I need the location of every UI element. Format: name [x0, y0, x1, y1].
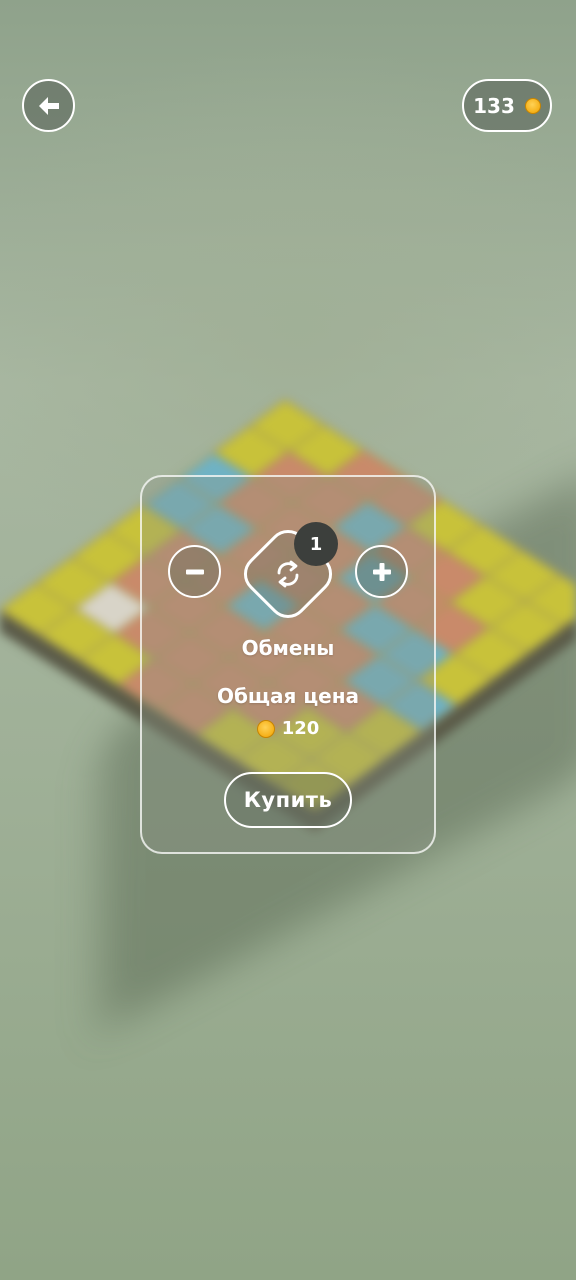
- decrease-quantity-button[interactable]: [168, 545, 221, 598]
- minus-icon: [185, 569, 204, 574]
- plus-icon: [372, 562, 391, 581]
- item-name: Обмены: [241, 636, 335, 660]
- increase-quantity-button[interactable]: [355, 545, 408, 598]
- quantity-badge: 1: [294, 522, 338, 566]
- back-button[interactable]: [22, 79, 75, 132]
- total-price: 120: [140, 718, 436, 739]
- total-price-label: Общая цена: [216, 684, 360, 708]
- coin-icon: [524, 97, 541, 114]
- coin-icon: [256, 719, 275, 738]
- coin-balance: 133: [462, 79, 552, 132]
- coin-balance-value: 133: [473, 93, 515, 118]
- buy-button[interactable]: Купить: [224, 772, 352, 828]
- total-price-value: 120: [281, 718, 320, 739]
- arrow-left-icon: [38, 96, 59, 115]
